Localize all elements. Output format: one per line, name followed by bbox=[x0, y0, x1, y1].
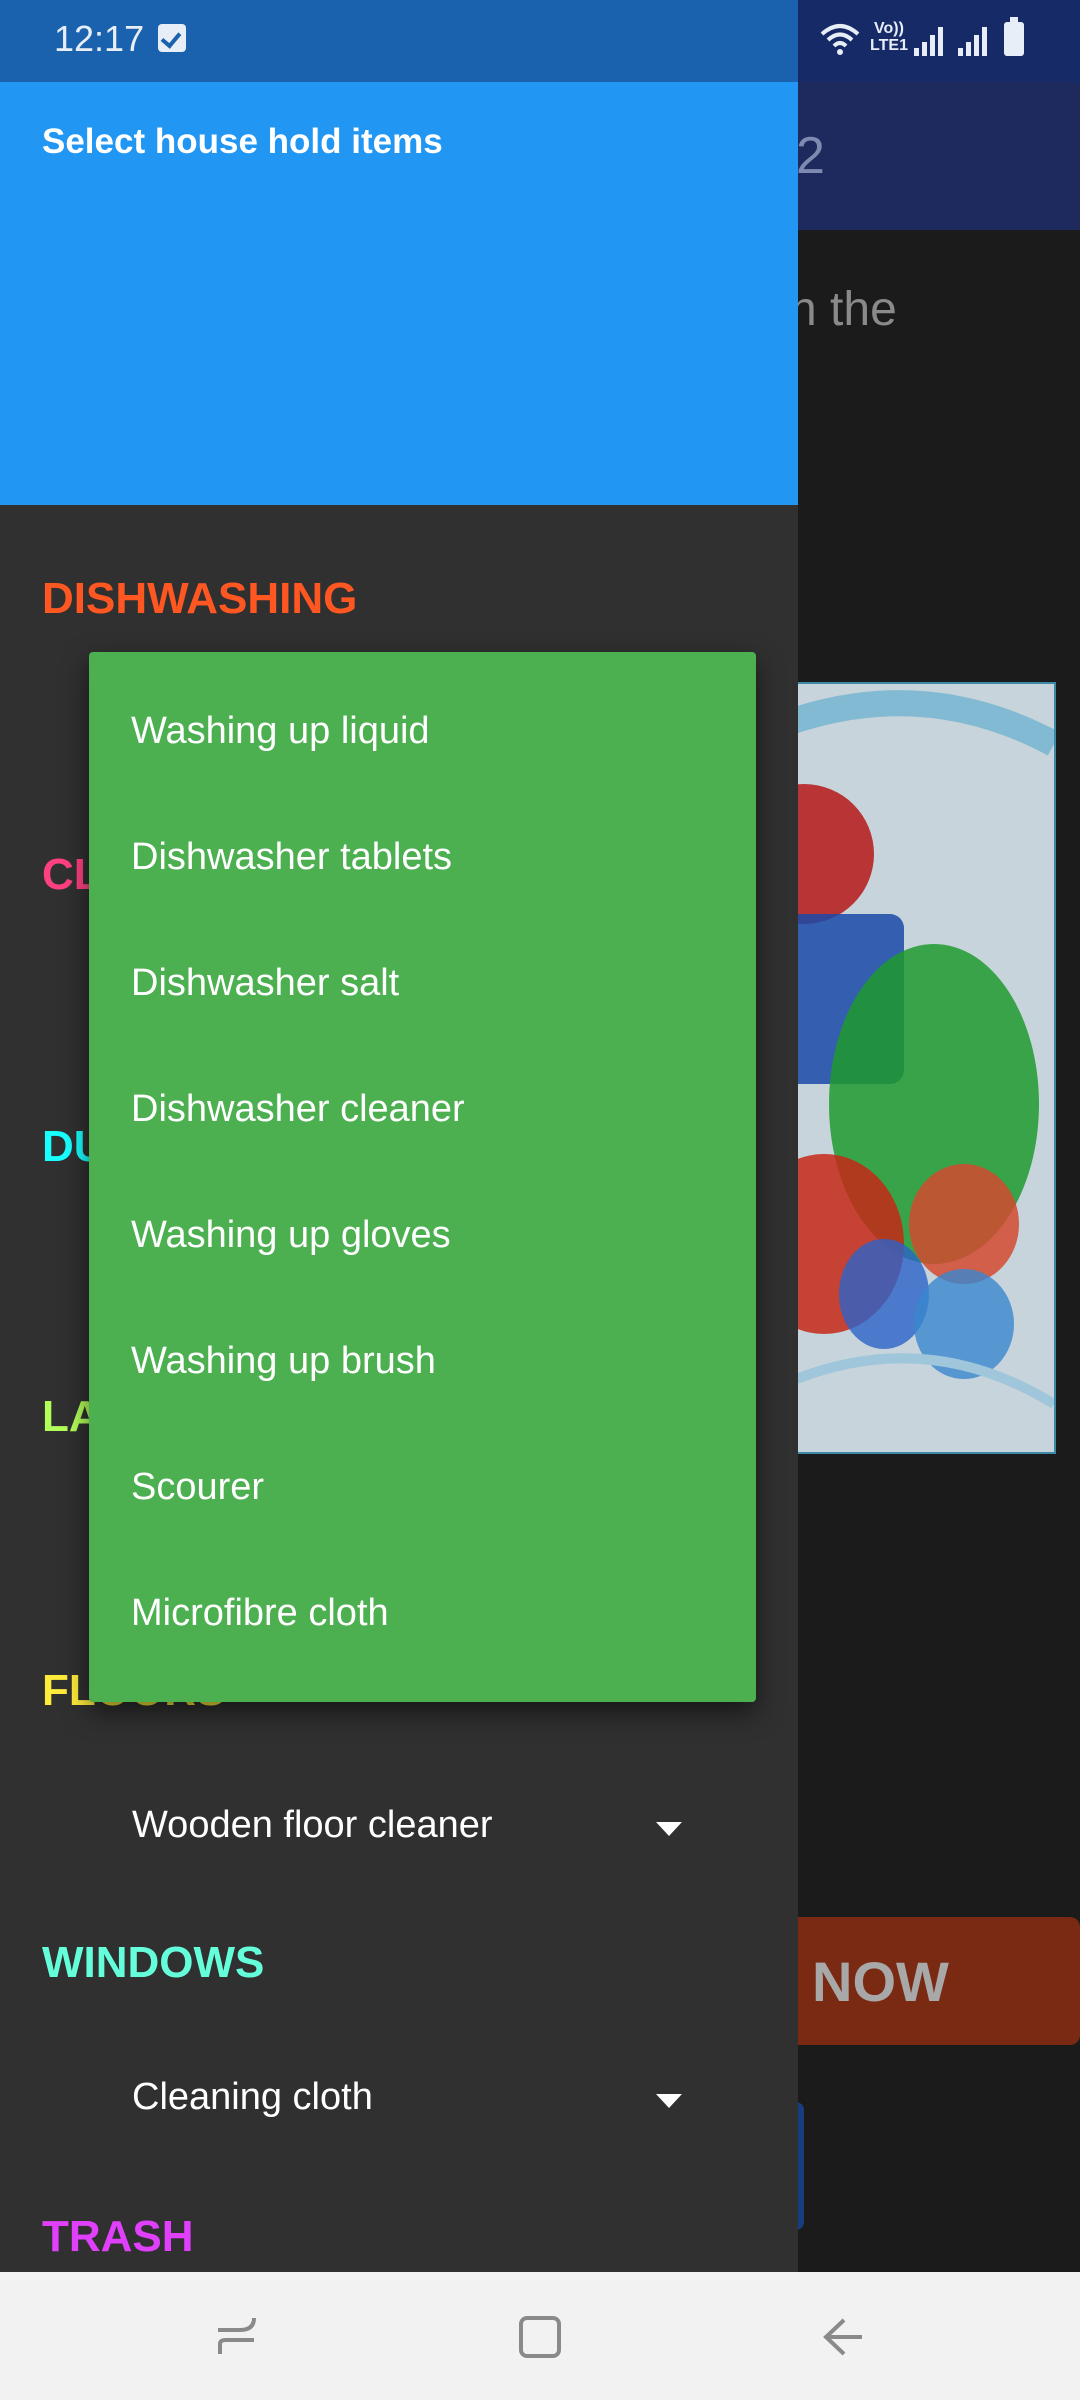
drawer-header: Select house hold items bbox=[0, 82, 798, 505]
recent-apps-icon[interactable] bbox=[210, 2310, 264, 2364]
signal-icon bbox=[958, 27, 987, 56]
background-body-text: n the bbox=[790, 283, 897, 336]
system-icons: Vo)) LTE1 bbox=[820, 17, 1060, 64]
checkbox-notification-icon bbox=[158, 24, 186, 52]
section-trash: TRASH bbox=[42, 2212, 194, 2261]
dropdown-item-dishwasher-cleaner[interactable]: Dishwasher cleaner bbox=[131, 1088, 465, 1131]
floors-spinner-value: Wooden floor cleaner bbox=[132, 1804, 493, 1846]
floors-spinner[interactable]: Wooden floor cleaner bbox=[132, 1794, 682, 1864]
baskets-image bbox=[782, 682, 1056, 1454]
drawer-title: Select house hold items bbox=[42, 122, 443, 161]
dropdown-item-microfibre-cloth[interactable]: Microfibre cloth bbox=[131, 1592, 389, 1635]
buy-now-label: NOW bbox=[812, 1950, 949, 2013]
section-dishwashing: DISHWASHING bbox=[42, 574, 358, 623]
status-clock: 12:17 bbox=[54, 18, 145, 59]
windows-spinner-value: Cleaning cloth bbox=[132, 2076, 373, 2118]
windows-spinner[interactable]: Cleaning cloth bbox=[132, 2066, 682, 2136]
dropdown-item-dishwasher-tablets[interactable]: Dishwasher tablets bbox=[131, 836, 452, 879]
wifi-icon bbox=[820, 24, 860, 55]
volte-label: Vo)) LTE1 bbox=[870, 20, 908, 54]
dropdown-item-scourer[interactable]: Scourer bbox=[131, 1466, 264, 1509]
back-icon[interactable] bbox=[816, 2310, 870, 2364]
section-windows: WINDOWS bbox=[42, 1938, 265, 1987]
status-bar: 12:17 Vo)) LTE1 bbox=[0, 0, 1080, 82]
dropdown-item-washing-up-liquid[interactable]: Washing up liquid bbox=[131, 710, 430, 753]
dishwashing-dropdown-popup: Washing up liquid Dishwasher tablets Dis… bbox=[89, 652, 756, 1702]
battery-icon bbox=[1004, 17, 1024, 56]
signal-icon bbox=[914, 27, 943, 56]
dropdown-item-dishwasher-salt[interactable]: Dishwasher salt bbox=[131, 962, 399, 1005]
system-navigation-bar bbox=[0, 2272, 1080, 2400]
dropdown-arrow-icon bbox=[656, 1822, 682, 1836]
dropdown-arrow-icon bbox=[656, 2094, 682, 2108]
dropdown-item-washing-up-brush[interactable]: Washing up brush bbox=[131, 1340, 436, 1383]
home-icon[interactable] bbox=[513, 2310, 567, 2364]
background-toolbar-title: 2 bbox=[796, 127, 825, 185]
dropdown-item-washing-up-gloves[interactable]: Washing up gloves bbox=[131, 1214, 451, 1257]
